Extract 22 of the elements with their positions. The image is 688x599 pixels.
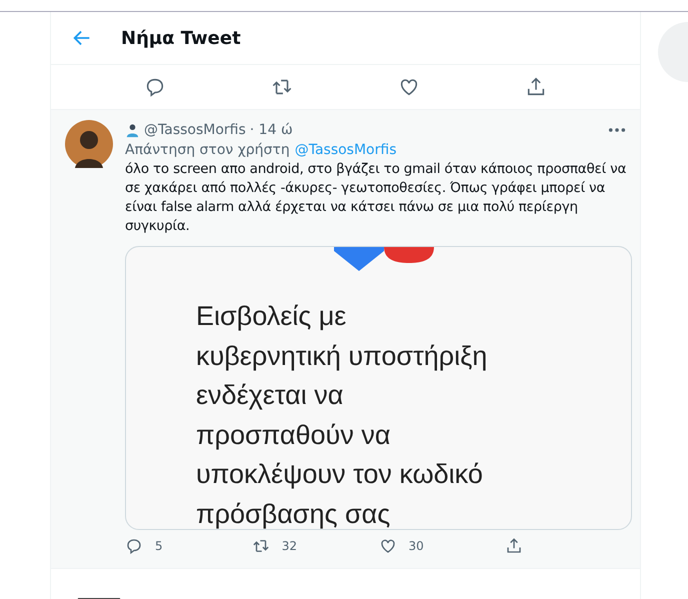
retweet-icon[interactable] xyxy=(252,537,270,555)
media-card[interactable]: Εισβολείς με κυβερνητική υποστήριξη ενδέχεται να προσπαθούν να υποκλέψουν τον κωδικό πρόσβασης σας xyxy=(125,246,632,530)
more-icon[interactable] xyxy=(608,127,626,133)
person-icon xyxy=(125,122,140,138)
image-text-line: Εισβολείς με xyxy=(196,300,348,333)
action-count: 30 xyxy=(408,539,424,553)
reply-label: Απάντηση στον χρήστη xyxy=(125,142,290,158)
logo-icon xyxy=(334,247,434,271)
user-handle[interactable]: @TassosMorfis xyxy=(144,122,246,138)
image-text-line: κυβερνητική υποστήριξη xyxy=(196,340,488,373)
share-icon[interactable] xyxy=(505,537,524,555)
tweet-text: όλο το screen απο android, στο βγάζει το gmail όταν κάποιος προσπαθεί να σε χακάρει από πολλές -άκυρες- γεωτοποθεσίες. Όπως γράφει μπορεί να είναι false alarm αλλά έρχεται να κάτσει πάνω σε μια πολύ περίεργη συγκυρία. xyxy=(125,160,628,236)
action-count: 32 xyxy=(282,539,298,553)
image-text-line: πρόσβασης σας xyxy=(196,498,392,529)
heart-icon[interactable] xyxy=(378,537,396,555)
action-count: 5 xyxy=(155,539,163,553)
image-text-line: ενδέχεται να xyxy=(196,379,344,412)
image-text-line: υποκλέψουν τον κωδικό xyxy=(196,458,484,491)
tweet-time: · 14 ώ xyxy=(250,122,293,138)
reply-icon[interactable] xyxy=(125,537,143,555)
page-title: Νήμα Tweet xyxy=(121,28,241,48)
image-text-line: προσπαθούν να xyxy=(196,418,392,452)
